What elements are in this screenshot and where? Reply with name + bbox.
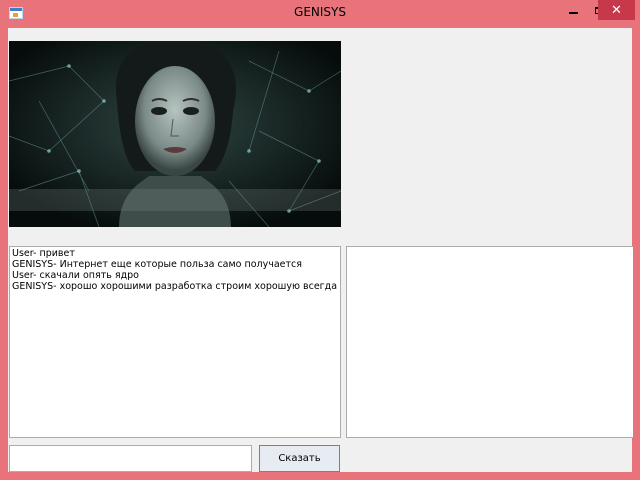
client-area: User- привет GENISYS- Интернет еще котор… xyxy=(8,28,633,472)
side-text-area[interactable] xyxy=(346,246,633,438)
minimize-button[interactable] xyxy=(560,0,586,20)
message-input[interactable] xyxy=(9,445,252,472)
avatar-image xyxy=(9,41,341,227)
chat-line: User- привет xyxy=(12,248,75,259)
chat-log[interactable]: User- привет GENISYS- Интернет еще котор… xyxy=(9,246,341,438)
chat-line: GENISYS- Интернет еще которые польза сам… xyxy=(12,259,302,270)
window-title: GENISYS xyxy=(294,5,346,19)
avatar-face-image xyxy=(9,41,341,227)
app-window: GENISYS ✕ User- привет GENISYS- Интернет… xyxy=(0,0,640,480)
chat-line: User- скачали опять ядро xyxy=(12,270,139,281)
title-bar[interactable]: GENISYS ✕ xyxy=(0,0,640,28)
chat-line: GENISYS- хорошо хорошими разработка стро… xyxy=(12,281,338,292)
say-button[interactable]: Сказать xyxy=(259,445,340,472)
minimize-icon xyxy=(568,12,578,14)
close-button[interactable]: ✕ xyxy=(598,0,635,20)
close-icon: ✕ xyxy=(611,2,622,18)
